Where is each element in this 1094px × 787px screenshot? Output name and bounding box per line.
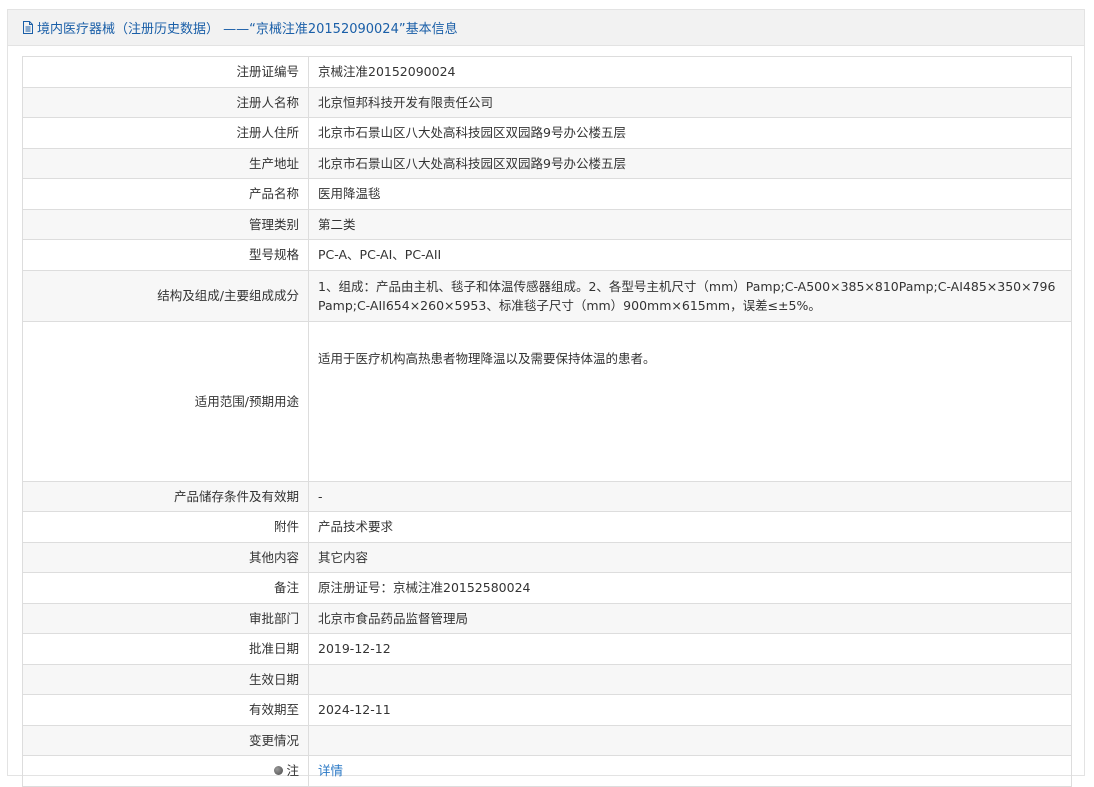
row-label: 生产地址	[22, 147, 309, 179]
row-value	[308, 724, 1072, 756]
row-label: 变更情况	[22, 724, 309, 756]
row-label: 备注	[22, 572, 309, 604]
details-link[interactable]: 详情	[318, 763, 343, 778]
row-value: 2019-12-12	[308, 633, 1072, 665]
table-row: 生效日期	[22, 663, 1072, 695]
row-label: 型号规格	[22, 239, 309, 271]
table-row: 产品储存条件及有效期 -	[22, 480, 1072, 512]
row-value: 北京市石景山区八大处高科技园区双园路9号办公楼五层	[308, 147, 1072, 179]
row-value: 北京市食品药品监督管理局	[308, 602, 1072, 634]
row-value: 第二类	[308, 208, 1072, 240]
row-label: 有效期至	[22, 694, 309, 726]
row-value: 北京恒邦科技开发有限责任公司	[308, 86, 1072, 118]
table-row: 适用范围/预期用途 适用于医疗机构高热患者物理降温以及需要保持体温的患者。	[22, 320, 1072, 482]
table-row: 有效期至 2024-12-11	[22, 694, 1072, 726]
note-label-cell: 注	[22, 755, 309, 787]
table-row: 注册人名称 北京恒邦科技开发有限责任公司	[22, 86, 1072, 118]
row-label: 管理类别	[22, 208, 309, 240]
row-label: 注册人名称	[22, 86, 309, 118]
row-value: 2024-12-11	[308, 694, 1072, 726]
note-row: 注 详情	[22, 755, 1072, 787]
row-label: 审批部门	[22, 602, 309, 634]
row-value: 产品技术要求	[308, 511, 1072, 543]
row-value: 原注册证号：京械注准20152580024	[308, 572, 1072, 604]
document-icon	[22, 21, 34, 34]
info-panel: 境内医疗器械（注册历史数据） ——“京械注准20152090024”基本信息 注…	[7, 9, 1085, 787]
table-row: 批准日期 2019-12-12	[22, 633, 1072, 665]
info-dot-icon	[274, 766, 284, 776]
row-label: 其他内容	[22, 541, 309, 573]
table-row: 型号规格 PC-A、PC-AI、PC-AII	[22, 239, 1072, 271]
row-value: 1、组成：产品由主机、毯子和体温传感器组成。2、各型号主机尺寸（mm）Pamp;…	[308, 269, 1072, 322]
row-label: 注册人住所	[22, 117, 309, 149]
row-value: 其它内容	[308, 541, 1072, 573]
row-value: PC-A、PC-AI、PC-AII	[308, 239, 1072, 271]
table-row: 附件 产品技术要求	[22, 511, 1072, 543]
row-label: 产品储存条件及有效期	[22, 480, 309, 512]
table-row: 审批部门 北京市食品药品监督管理局	[22, 602, 1072, 634]
panel-header: 境内医疗器械（注册历史数据） ——“京械注准20152090024”基本信息	[8, 10, 1084, 46]
table-row: 管理类别 第二类	[22, 208, 1072, 240]
row-label: 批准日期	[22, 633, 309, 665]
row-value: -	[308, 480, 1072, 512]
row-value: 适用于医疗机构高热患者物理降温以及需要保持体温的患者。	[308, 320, 1072, 482]
table-row: 注册证编号 京械注准20152090024	[22, 56, 1072, 88]
row-label: 产品名称	[22, 178, 309, 210]
row-value	[308, 663, 1072, 695]
row-label: 结构及组成/主要组成成分	[22, 269, 309, 322]
row-label: 附件	[22, 511, 309, 543]
table-row: 变更情况	[22, 724, 1072, 756]
row-value: 京械注准20152090024	[308, 56, 1072, 88]
info-table: 注册证编号 京械注准20152090024 注册人名称 北京恒邦科技开发有限责任…	[22, 56, 1072, 787]
row-label: 生效日期	[22, 663, 309, 695]
row-label: 注册证编号	[22, 56, 309, 88]
table-row: 生产地址 北京市石景山区八大处高科技园区双园路9号办公楼五层	[22, 147, 1072, 179]
table-row: 注册人住所 北京市石景山区八大处高科技园区双园路9号办公楼五层	[22, 117, 1072, 149]
row-value: 北京市石景山区八大处高科技园区双园路9号办公楼五层	[308, 117, 1072, 149]
row-label: 适用范围/预期用途	[22, 320, 309, 482]
table-row: 结构及组成/主要组成成分 1、组成：产品由主机、毯子和体温传感器组成。2、各型号…	[22, 269, 1072, 322]
table-row: 备注 原注册证号：京械注准20152580024	[22, 572, 1072, 604]
table-row: 产品名称 医用降温毯	[22, 178, 1072, 210]
note-value-cell: 详情	[308, 755, 1072, 787]
note-label: 注	[286, 763, 299, 779]
page-title: 境内医疗器械（注册历史数据） ——“京械注准20152090024”基本信息	[37, 22, 458, 37]
table-row: 其他内容 其它内容	[22, 541, 1072, 573]
row-value: 医用降温毯	[308, 178, 1072, 210]
